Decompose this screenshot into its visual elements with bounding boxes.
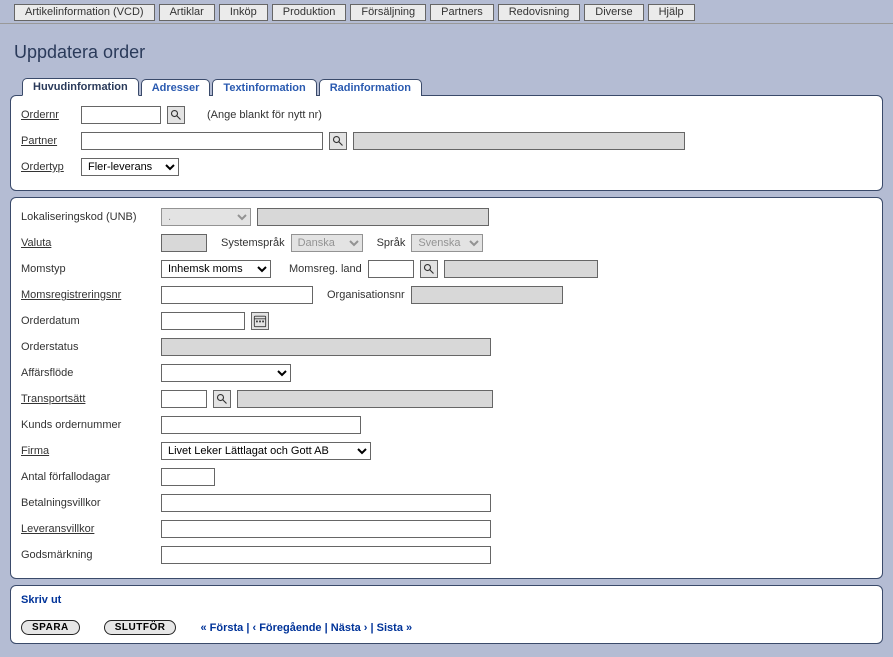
- panel-form: Lokaliseringskod (UNB) . Valuta Systemsp…: [10, 197, 883, 579]
- leveransvillkor-label: Leveransvillkor: [21, 523, 161, 535]
- lokal-label: Lokaliseringskod (UNB): [21, 211, 161, 223]
- pager-next[interactable]: Nästa ›: [331, 622, 368, 634]
- sprak-label: Språk: [377, 237, 406, 249]
- pager: « Första | ‹ Föregående | Nästa › | Sist…: [200, 622, 412, 634]
- menu-artiklar[interactable]: Artiklar: [159, 4, 215, 21]
- orderdatum-label: Orderdatum: [21, 315, 161, 327]
- menu-forsaljning[interactable]: Försäljning: [350, 4, 426, 21]
- ordernr-hint: (Ange blankt för nytt nr): [207, 109, 322, 121]
- ordertyp-select[interactable]: Fler-leverans: [81, 158, 179, 176]
- tabbar: Huvudinformation Adresser Textinformatio…: [22, 77, 883, 95]
- momsreg-land-input[interactable]: [368, 260, 414, 278]
- momstyp-label: Momstyp: [21, 263, 161, 275]
- ordertyp-label: Ordertyp: [21, 161, 81, 173]
- kunds-ordernr-label: Kunds ordernummer: [21, 419, 161, 431]
- orderstatus-label: Orderstatus: [21, 341, 161, 353]
- partner-display: [353, 132, 685, 150]
- momsregnr-label: Momsregistreringsnr: [21, 289, 161, 301]
- transportsatt-label: Transportsätt: [21, 393, 161, 405]
- momsreg-land-label: Momsreg. land: [289, 263, 362, 275]
- momsreg-land-search-icon[interactable]: [420, 260, 438, 278]
- firma-select[interactable]: Livet Leker Lättlagat och Gott AB: [161, 442, 371, 460]
- kunds-ordernr-input[interactable]: [161, 416, 361, 434]
- menu-artikelinfo[interactable]: Artikelinformation (VCD): [14, 4, 155, 21]
- tab-textinformation[interactable]: Textinformation: [212, 79, 316, 96]
- affarsflode-select[interactable]: [161, 364, 291, 382]
- menubar: Artikelinformation (VCD) Artiklar Inköp …: [0, 0, 893, 24]
- momsreg-land-display: [444, 260, 598, 278]
- print-link[interactable]: Skriv ut: [21, 594, 61, 606]
- antal-forfallo-label: Antal förfallodagar: [21, 471, 161, 483]
- orderstatus-display: [161, 338, 491, 356]
- partner-input[interactable]: [81, 132, 323, 150]
- tab-radinformation[interactable]: Radinformation: [319, 79, 422, 96]
- sprak-select: Svenska: [411, 234, 483, 252]
- menu-hjalp[interactable]: Hjälp: [648, 4, 695, 21]
- tab-huvudinformation[interactable]: Huvudinformation: [22, 78, 139, 96]
- menu-diverse[interactable]: Diverse: [584, 4, 643, 21]
- lokal-select: .: [161, 208, 251, 226]
- orgnr-label: Organisationsnr: [327, 289, 405, 301]
- partner-label: Partner: [21, 135, 81, 147]
- orderdatum-calendar-icon[interactable]: [251, 312, 269, 330]
- transportsatt-search-icon[interactable]: [213, 390, 231, 408]
- godsmarkning-label: Godsmärkning: [21, 549, 161, 561]
- menu-redovisning[interactable]: Redovisning: [498, 4, 581, 21]
- save-button[interactable]: SPARA: [21, 620, 80, 635]
- leveransvillkor-input[interactable]: [161, 520, 491, 538]
- ordernr-search-icon[interactable]: [167, 106, 185, 124]
- menu-inkop[interactable]: Inköp: [219, 4, 268, 21]
- betalningsvillkor-input[interactable]: [161, 494, 491, 512]
- tab-adresser[interactable]: Adresser: [141, 79, 211, 96]
- partner-search-icon[interactable]: [329, 132, 347, 150]
- valuta-display: [161, 234, 207, 252]
- momsregnr-input[interactable]: [161, 286, 313, 304]
- pager-first[interactable]: « Första: [200, 622, 243, 634]
- pager-last[interactable]: Sista »: [377, 622, 412, 634]
- momstyp-select[interactable]: Inhemsk moms: [161, 260, 271, 278]
- menu-partners[interactable]: Partners: [430, 4, 494, 21]
- betalningsvillkor-label: Betalningsvillkor: [21, 497, 161, 509]
- ordernr-input[interactable]: [81, 106, 161, 124]
- godsmarkning-input[interactable]: [161, 546, 491, 564]
- affarsflode-label: Affärsflöde: [21, 367, 161, 379]
- systemsprak-label: Systemspråk: [221, 237, 285, 249]
- finish-button[interactable]: SLUTFÖR: [104, 620, 177, 635]
- panel-footer: Skriv ut SPARA SLUTFÖR « Första | ‹ Före…: [10, 585, 883, 644]
- valuta-label: Valuta: [21, 237, 161, 249]
- systemsprak-select: Danska: [291, 234, 363, 252]
- orgnr-display: [411, 286, 563, 304]
- lokal-display: [257, 208, 489, 226]
- menu-produktion[interactable]: Produktion: [272, 4, 347, 21]
- ordernr-label: Ordernr: [21, 109, 81, 121]
- antal-forfallo-input[interactable]: [161, 468, 215, 486]
- orderdatum-input[interactable]: [161, 312, 245, 330]
- page-title: Uppdatera order: [14, 42, 883, 63]
- firma-label: Firma: [21, 445, 161, 457]
- transportsatt-input[interactable]: [161, 390, 207, 408]
- pager-prev[interactable]: ‹ Föregående: [252, 622, 321, 634]
- transportsatt-display: [237, 390, 493, 408]
- panel-upper: Ordernr (Ange blankt för nytt nr) Partne…: [10, 95, 883, 191]
